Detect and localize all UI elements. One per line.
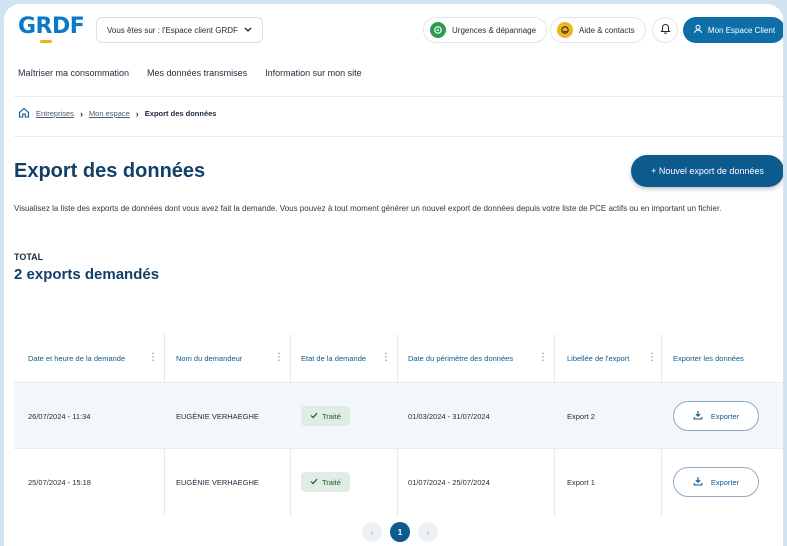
cell-name: EUGÉNIE VERHAEGHE bbox=[176, 411, 259, 421]
cell-label: Export 1 bbox=[567, 477, 595, 487]
export-button[interactable]: Exporter bbox=[673, 467, 759, 497]
check-icon bbox=[310, 412, 318, 421]
column-header-nom[interactable]: Nom du demandeur ⋮ bbox=[176, 334, 290, 382]
cell-period: 01/07/2024 - 25/07/2024 bbox=[408, 477, 490, 487]
breadcrumb-entreprises[interactable]: Entreprises bbox=[36, 109, 74, 118]
page-title: Export des données bbox=[14, 160, 206, 182]
cell-label: Export 2 bbox=[567, 411, 595, 421]
breadcrumb-mon-espace[interactable]: Mon espace bbox=[89, 109, 130, 118]
kebab-menu-icon[interactable]: ⋮ bbox=[274, 352, 284, 363]
cell-datetime: 25/07/2024 - 15:18 bbox=[28, 477, 91, 487]
nav-item-consommation[interactable]: Maîtriser ma consommation bbox=[18, 68, 129, 78]
column-header-libelle[interactable]: Libellée de l'export ⋮ bbox=[567, 334, 663, 382]
column-header-date[interactable]: Date et heure de la demande ⋮ bbox=[28, 334, 164, 382]
column-header-label: Nom du demandeur bbox=[176, 353, 243, 363]
pagination: ‹ 1 › bbox=[362, 522, 438, 542]
page-number-button[interactable]: 1 bbox=[390, 522, 410, 542]
check-icon bbox=[310, 478, 318, 487]
total-value: 2 exports demandés bbox=[14, 266, 160, 283]
chevron-down-icon bbox=[244, 26, 252, 35]
aide-button[interactable]: Aide & contacts bbox=[550, 17, 646, 43]
table-row: 25/07/2024 - 15:18 EUGÉNIE VERHAEGHE Tra… bbox=[14, 448, 783, 514]
column-header-etat[interactable]: Etat de la demande ⋮ bbox=[301, 334, 397, 382]
main-nav: Maîtriser ma consommation Mes données tr… bbox=[18, 68, 362, 78]
nav-divider bbox=[14, 96, 783, 97]
help-icon bbox=[557, 22, 573, 38]
cell-status: Traité bbox=[301, 383, 350, 449]
account-button[interactable]: Mon Espace Client bbox=[683, 17, 783, 43]
next-page-button[interactable]: › bbox=[418, 522, 438, 542]
table-row: 26/07/2024 - 11:34 EUGÉNIE VERHAEGHE Tra… bbox=[14, 382, 783, 448]
kebab-menu-icon[interactable]: ⋮ bbox=[647, 352, 657, 363]
column-header-label: Date et heure de la demande bbox=[28, 353, 126, 363]
nav-item-site[interactable]: Information sur mon site bbox=[265, 68, 362, 78]
kebab-menu-icon[interactable]: ⋮ bbox=[148, 352, 158, 363]
export-button-label: Exporter bbox=[710, 477, 740, 487]
nav-item-donnees[interactable]: Mes données transmises bbox=[147, 68, 247, 78]
column-header-label: Etat de la demande bbox=[301, 353, 367, 363]
breadcrumb: Entreprises › Mon espace › Export des do… bbox=[18, 107, 216, 120]
notifications-button[interactable] bbox=[652, 17, 678, 43]
status-label: Traité bbox=[322, 411, 341, 421]
chevron-right-icon: › bbox=[426, 527, 430, 537]
cell-status: Traité bbox=[301, 449, 350, 515]
cell-datetime: 26/07/2024 - 11:34 bbox=[28, 411, 91, 421]
table-header: Date et heure de la demande ⋮ Nom du dem… bbox=[14, 334, 783, 382]
account-label: Mon Espace Client bbox=[707, 25, 776, 35]
space-selector[interactable]: Vous êtes sur : l'Espace client GRDF bbox=[96, 17, 263, 43]
home-icon[interactable] bbox=[18, 107, 30, 120]
column-header-label: Exporter les données bbox=[673, 353, 744, 363]
column-header-periode[interactable]: Date du périmètre des données ⋮ bbox=[408, 334, 554, 382]
column-header-label: Libellée de l'export bbox=[567, 353, 630, 363]
kebab-menu-icon[interactable]: ⋮ bbox=[538, 352, 548, 363]
browser-frame: GRDF Vous êtes sur : l'Espace client GRD… bbox=[4, 4, 783, 546]
new-export-button[interactable]: + Nouvel export de données bbox=[631, 155, 783, 187]
site-header: GRDF Vous êtes sur : l'Espace client GRD… bbox=[4, 4, 783, 54]
urgences-button[interactable]: Urgences & dépannage bbox=[423, 17, 548, 43]
cell-action: Exporter bbox=[673, 383, 759, 449]
cell-name: EUGÉNIE VERHAEGHE bbox=[176, 477, 259, 487]
emergency-icon bbox=[430, 22, 446, 38]
status-badge: Traité bbox=[301, 406, 350, 426]
cell-period: 01/03/2024 - 31/07/2024 bbox=[408, 411, 490, 421]
logo-accent bbox=[40, 40, 52, 43]
chevron-left-icon: ‹ bbox=[370, 527, 374, 537]
status-badge: Traité bbox=[301, 472, 350, 492]
cell-action: Exporter bbox=[673, 449, 759, 515]
grdf-logo[interactable]: GRDF bbox=[18, 14, 85, 39]
column-header-exporter: Exporter les données bbox=[673, 334, 783, 382]
exports-table: Date et heure de la demande ⋮ Nom du dem… bbox=[14, 334, 783, 516]
space-selector-label: Vous êtes sur : l'Espace client GRDF bbox=[107, 25, 238, 35]
status-label: Traité bbox=[322, 477, 341, 487]
export-button[interactable]: Exporter bbox=[673, 401, 759, 431]
kebab-menu-icon[interactable]: ⋮ bbox=[381, 352, 391, 363]
breadcrumb-divider bbox=[14, 136, 783, 137]
column-header-label: Date du périmètre des données bbox=[408, 353, 514, 363]
previous-page-button[interactable]: ‹ bbox=[362, 522, 382, 542]
chevron-right-icon: › bbox=[135, 108, 139, 119]
download-icon bbox=[693, 410, 703, 422]
page-description: Visualisez la liste des exports de donné… bbox=[14, 204, 722, 213]
total-label: TOTAL bbox=[14, 252, 44, 262]
aide-label: Aide & contacts bbox=[579, 25, 635, 35]
urgences-label: Urgences & dépannage bbox=[452, 25, 537, 35]
user-icon bbox=[693, 24, 703, 36]
export-button-label: Exporter bbox=[710, 411, 740, 421]
chevron-right-icon: › bbox=[79, 108, 83, 119]
bell-icon bbox=[659, 21, 671, 39]
breadcrumb-current: Export des données bbox=[144, 109, 217, 118]
download-icon bbox=[693, 476, 703, 488]
